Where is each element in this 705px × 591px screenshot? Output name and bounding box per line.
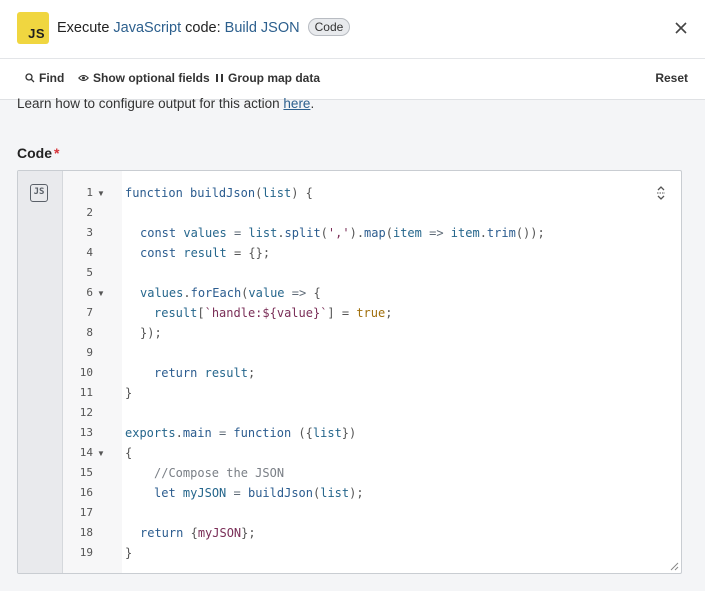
line-number: 6 <box>86 286 93 299</box>
reset-label: Reset <box>655 71 688 85</box>
app-icon-text: JS <box>28 26 45 41</box>
line-number: 7 <box>86 306 93 319</box>
code-line: { <box>125 446 133 460</box>
code-editor[interactable]: JS 1 ▼ 2 3 4 5 6 ▼ 7 8 9 10 11 12 13 14 ▼ 15 16 17 18 19 func… <box>17 170 682 574</box>
line-number: 14 <box>79 446 93 459</box>
code-line: return {myJSON}; <box>140 526 256 540</box>
close-icon <box>675 22 687 34</box>
line-number: 15 <box>79 466 93 479</box>
resize-handle-icon[interactable] <box>669 561 679 571</box>
code-line: } <box>125 386 133 400</box>
line-number: 9 <box>86 346 93 359</box>
code-comment-line: //Compose the JSON <box>154 466 285 480</box>
close-button[interactable] <box>669 16 693 40</box>
show-optional-label: Show optional fields <box>93 71 210 85</box>
required-marker: * <box>54 145 60 161</box>
code-line: return result; <box>154 366 256 380</box>
code-text-area[interactable]: function buildJson(list) { const values … <box>122 171 681 573</box>
code-line: exports.main = function ({list}) <box>125 426 357 440</box>
fold-toggle-icon[interactable]: ▼ <box>97 444 105 464</box>
code-line: const result = {}; <box>140 246 271 260</box>
action-name: Build JSON <box>224 20 300 36</box>
line-number: 3 <box>86 226 93 239</box>
toolbar: Find Show optional fields Group map data… <box>0 59 705 100</box>
line-number: 17 <box>79 506 93 519</box>
title-mid: code: <box>181 20 225 36</box>
line-number: 8 <box>86 326 93 339</box>
code-field-label: Code * <box>17 145 59 161</box>
code-line: function buildJson(list) { <box>125 186 313 200</box>
show-optional-fields-button[interactable]: Show optional fields <box>78 71 210 85</box>
expand-editor-icon[interactable] <box>655 185 667 201</box>
group-icon <box>216 74 223 82</box>
line-number: 10 <box>79 366 93 379</box>
code-badge: Code <box>307 18 351 36</box>
code-line: values.forEach(value => { <box>140 286 321 300</box>
form-body: Learn how to configure output for this a… <box>0 96 705 591</box>
javascript-icon: JS <box>30 184 48 202</box>
code-line: const values = list.split(',').map(item … <box>140 226 545 240</box>
line-number: 11 <box>79 386 93 399</box>
group-map-data-button[interactable]: Group map data <box>215 71 320 85</box>
find-button[interactable]: Find <box>25 71 64 85</box>
line-number: 12 <box>79 406 93 419</box>
line-number: 1 <box>86 186 93 199</box>
help-text-body: Learn how to configure output for this a… <box>17 96 284 111</box>
code-line: }); <box>140 326 162 340</box>
line-number: 2 <box>86 206 93 219</box>
find-label: Find <box>39 71 65 85</box>
code-line: let myJSON = buildJson(list); <box>154 486 364 500</box>
line-number: 5 <box>86 266 93 279</box>
help-text-end: . <box>310 96 315 111</box>
line-number-gutter: 1 ▼ 2 3 4 5 6 ▼ 7 8 9 10 11 12 13 14 ▼ 15 16 17 18 19 <box>63 171 122 573</box>
group-map-label: Group map data <box>228 71 321 85</box>
search-icon <box>25 73 35 83</box>
app-name-link[interactable]: JavaScript <box>113 20 181 36</box>
help-text: Learn how to configure output for this a… <box>17 96 314 111</box>
help-link[interactable]: here <box>283 96 310 111</box>
line-number: 16 <box>79 486 93 499</box>
modal-header: JS Execute JavaScript code: Build JSON C… <box>0 0 705 59</box>
code-line: } <box>125 546 133 560</box>
line-number: 18 <box>79 526 93 539</box>
reset-button[interactable]: Reset <box>655 71 688 85</box>
fold-toggle-icon[interactable]: ▼ <box>97 184 105 204</box>
modal-title: Execute JavaScript code: Build JSON Code <box>57 18 351 36</box>
line-number: 13 <box>79 426 93 439</box>
code-label-text: Code <box>17 145 52 161</box>
editor-side-rail: JS <box>18 171 63 573</box>
code-line: result[`handle:${value}`] = true; <box>154 306 393 320</box>
eye-icon <box>78 74 89 82</box>
fold-toggle-icon[interactable]: ▼ <box>97 284 105 304</box>
title-prefix: Execute <box>57 20 114 36</box>
javascript-app-icon: JS <box>17 12 49 44</box>
line-number: 19 <box>79 546 93 559</box>
line-number: 4 <box>86 246 93 259</box>
